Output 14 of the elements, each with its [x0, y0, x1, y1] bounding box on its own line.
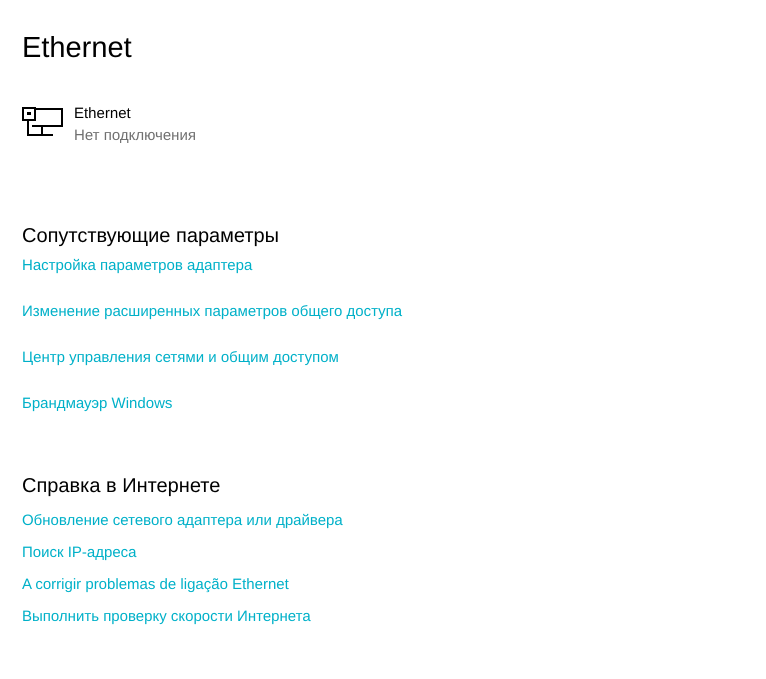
settings-link[interactable]: Настройка параметров адаптера [22, 255, 252, 277]
settings-link[interactable]: Выполнить проверку скорости Интернета [22, 606, 311, 628]
settings-link[interactable]: Центр управления сетями и общим доступом [22, 347, 339, 369]
wired-network-icon [22, 107, 63, 137]
settings-link[interactable]: A corrigir problemas de ligação Ethernet [22, 574, 289, 596]
settings-link[interactable]: Изменение расширенных параметров общего доступа [22, 301, 402, 323]
page-title: Ethernet [22, 31, 132, 66]
connection-status: Нет подключения [74, 126, 196, 146]
connection-name-link[interactable]: Ethernet [74, 103, 131, 125]
settings-link[interactable]: Брандмауэр Windows [22, 393, 172, 415]
section-heading: Сопутствующие параметры [22, 224, 280, 249]
settings-link[interactable]: Поиск IP-адреса [22, 542, 137, 564]
section-heading: Справка в Интернете [22, 474, 220, 499]
settings-link[interactable]: Обновление сетевого адаптера или драйвера [22, 510, 343, 532]
